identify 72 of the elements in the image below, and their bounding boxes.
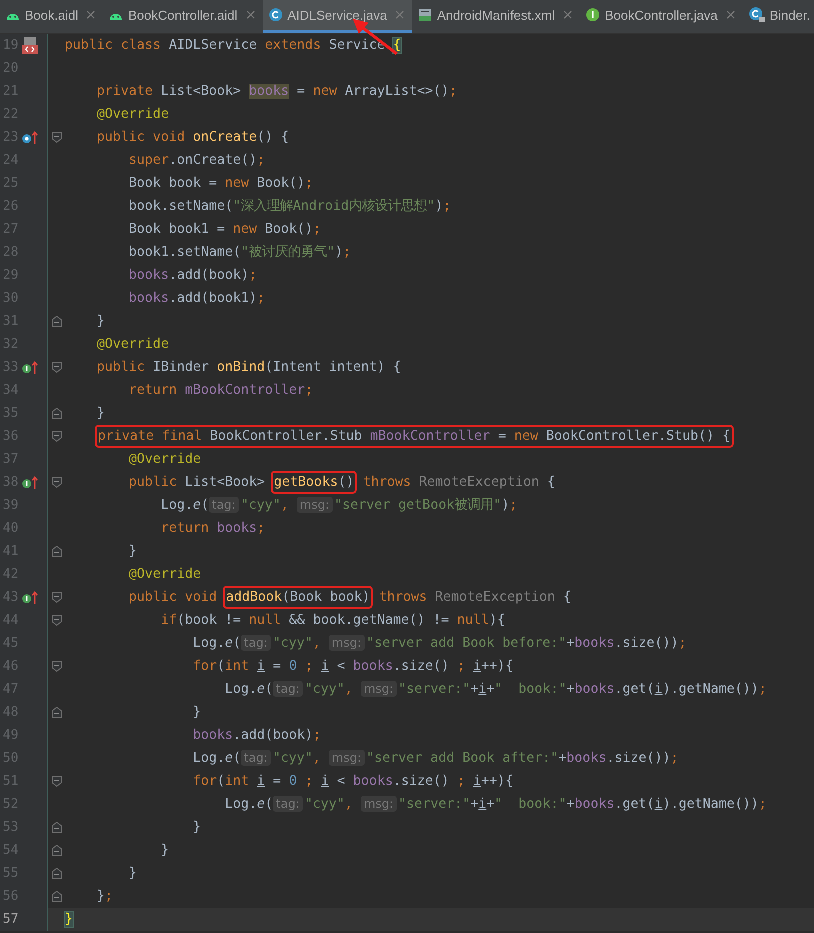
fold-icon[interactable] xyxy=(52,615,62,626)
code-line: return mBookController; xyxy=(128,382,314,400)
interface-icon xyxy=(586,8,600,22)
fold-icon[interactable] xyxy=(52,868,62,879)
implement-icon[interactable] xyxy=(22,476,38,490)
code-line: Log.e( tag: "cyy", msg: "server:"+i+" book:"+books.get(i).getName()); xyxy=(224,680,767,699)
fold-icon[interactable] xyxy=(52,316,62,327)
code-line: } xyxy=(128,865,138,883)
code-line: return books; xyxy=(160,520,266,538)
code-line: }; xyxy=(96,888,114,906)
code-line: public void addBook(Book book) throws RemoteException { xyxy=(65,588,572,607)
fold-icon[interactable] xyxy=(52,822,62,833)
code-line: Log.e( tag: "cyy", msg: "server:"+i+" book:"+books.get(i).getName()); xyxy=(224,795,767,814)
code-line: Log.e( tag: "cyy", msg: "server getBook被调用"); xyxy=(160,496,518,515)
code-line: public IBinder onBind(Intent intent) { xyxy=(96,359,402,377)
fold-icon[interactable] xyxy=(52,776,62,787)
editor-tab[interactable]: AndroidManifest.xml xyxy=(412,0,580,33)
fold-icon[interactable] xyxy=(52,845,62,856)
code-line: book1.setName("被讨厌的勇气"); xyxy=(128,244,352,262)
manifest-icon xyxy=(418,8,432,22)
editor-tab[interactable]: Binder. xyxy=(742,0,814,33)
code-line: @Override xyxy=(96,336,170,354)
fold-icon[interactable] xyxy=(52,661,62,672)
class-lock-icon xyxy=(748,7,765,23)
line-number: 57 xyxy=(2,912,20,927)
code-line: super.onCreate(); xyxy=(128,152,266,170)
editor-tab[interactable]: AIDLService.java xyxy=(262,0,412,33)
close-icon[interactable] xyxy=(87,11,96,19)
fold-icon[interactable] xyxy=(52,362,62,373)
code-line: } xyxy=(128,543,138,561)
implement-icon[interactable] xyxy=(22,360,38,374)
editor-tab[interactable]: BookController.java xyxy=(580,0,743,33)
code-line: public void onCreate() { xyxy=(96,129,290,147)
fold-icon[interactable] xyxy=(52,707,62,718)
code-line: @Override xyxy=(128,451,202,469)
code-line: for(int i = 0 ; i < books.size() ; i++){ xyxy=(192,773,514,791)
code-line: public List<Book> getBooks() throws RemoteException { xyxy=(65,473,556,492)
editor-tab[interactable]: BookController.aidl xyxy=(103,0,263,33)
fold-icon[interactable] xyxy=(52,592,62,603)
fold-icon[interactable] xyxy=(52,132,62,143)
fold-icon[interactable] xyxy=(52,891,62,902)
code-line: } xyxy=(192,704,202,722)
class-gutter-icon[interactable] xyxy=(22,37,38,54)
close-icon[interactable] xyxy=(564,11,572,19)
code-line: Book book1 = new Book(); xyxy=(128,221,322,239)
code-line: Log.e( tag: "cyy", msg: "server add Book before:"+books.size()); xyxy=(192,634,687,653)
fold-icon[interactable] xyxy=(52,431,62,442)
code-line: private List<Book> books = new ArrayList<>(); xyxy=(96,83,458,101)
code-line: books.add(book1); xyxy=(128,290,266,308)
close-icon[interactable] xyxy=(726,11,735,19)
code-line: } xyxy=(96,313,106,331)
code-line: } xyxy=(192,819,202,837)
override-icon[interactable] xyxy=(22,130,38,144)
code-line: books.add(book); xyxy=(128,267,258,285)
code-line: private final BookController.Stub mBookController = new BookController.Stub() { xyxy=(65,427,732,446)
fold-icon[interactable] xyxy=(52,408,62,419)
implement-icon[interactable] xyxy=(22,590,38,604)
code-line: Book book = new Book(); xyxy=(128,175,314,193)
code-line: @Override xyxy=(96,106,170,124)
fold-icon[interactable] xyxy=(52,477,62,488)
code-line: if(book != null && book.getName() != null){ xyxy=(160,612,506,630)
close-icon[interactable] xyxy=(246,11,255,19)
fold-icon[interactable] xyxy=(52,546,62,557)
code-line: books.add(book); xyxy=(192,727,322,745)
editor-tab[interactable]: Book.aidl xyxy=(0,0,104,33)
class-icon xyxy=(268,8,283,22)
code-line: Log.e( tag: "cyy", msg: "server add Book after:"+books.size()); xyxy=(192,749,679,768)
code-line: @Override xyxy=(128,566,202,584)
code-line: } xyxy=(96,405,106,423)
code-line: } xyxy=(160,842,170,860)
code-line: book.setName("深入理解Android内核设计思想"); xyxy=(128,198,452,216)
code-line: for(int i = 0 ; i < books.size() ; i++){ xyxy=(192,658,514,676)
